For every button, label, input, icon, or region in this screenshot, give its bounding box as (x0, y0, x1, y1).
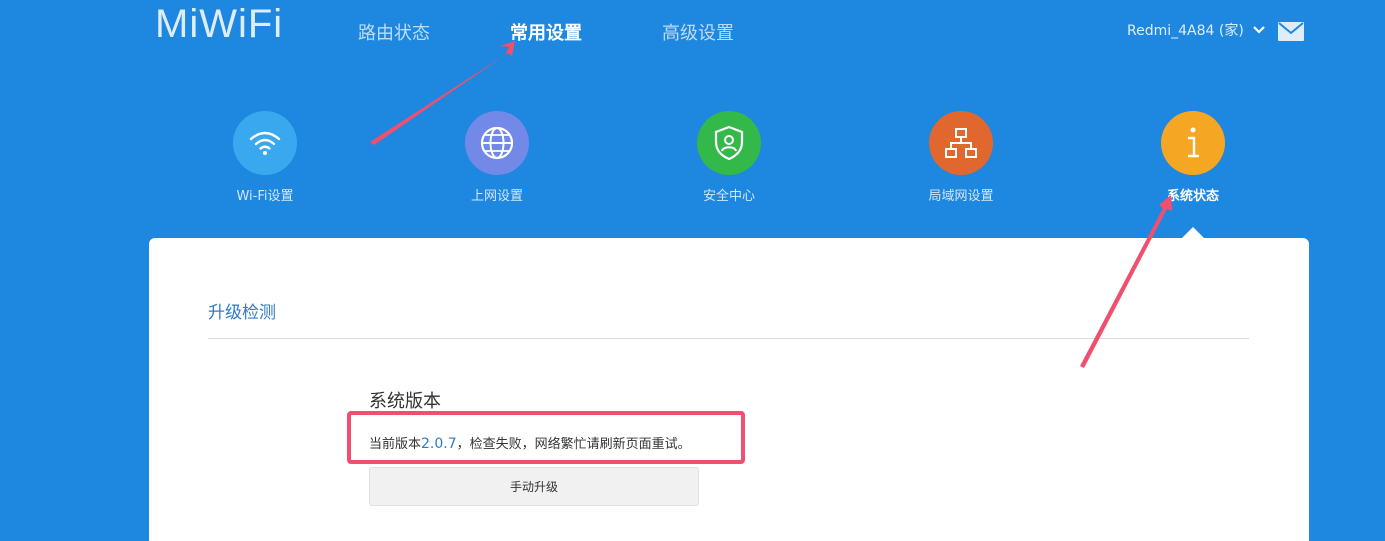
globe-icon (465, 111, 529, 175)
nav-advanced-settings[interactable]: 高级设置 (662, 19, 734, 45)
user-menu[interactable]: Redmi_4A84 (家) (1127, 20, 1266, 40)
manual-upgrade-button[interactable]: 手动升级 (369, 467, 699, 506)
version-message: ，检查失败，网络繁忙请刷新页面重试。 (456, 437, 691, 452)
internet-settings-label: 上网设置 (470, 189, 523, 204)
security-center-label: 安全中心 (702, 189, 755, 204)
network-icon (929, 111, 993, 175)
version-status: 当前版本2.0.7，检查失败，网络繁忙请刷新页面重试。 (369, 433, 691, 452)
wifi-icon (233, 111, 297, 175)
version-prefix: 当前版本 (369, 437, 422, 452)
miwifi-logo: MiWiFi (155, 2, 284, 46)
upgrade-panel: 升级检测 系统版本 当前版本2.0.7，检查失败，网络繁忙请刷新页面重试。 手动… (149, 238, 1309, 541)
user-name: Redmi_4A84 (家) (1127, 23, 1244, 39)
mail-icon[interactable] (1278, 22, 1304, 41)
lan-settings-item[interactable]: 局域网设置 (891, 111, 1031, 204)
shield-icon (697, 111, 761, 175)
divider (208, 338, 1249, 339)
lan-settings-label: 局域网设置 (928, 189, 994, 204)
security-center-item[interactable]: 安全中心 (659, 111, 799, 204)
wifi-settings-item[interactable]: Wi-Fi设置 (195, 111, 335, 204)
nav-common-settings[interactable]: 常用设置 (510, 19, 582, 45)
system-version-heading: 系统版本 (369, 391, 441, 412)
internet-settings-item[interactable]: 上网设置 (427, 111, 567, 204)
info-icon (1161, 111, 1225, 175)
wifi-settings-label: Wi-Fi设置 (236, 189, 294, 204)
section-title: 升级检测 (208, 303, 276, 323)
system-status-item[interactable]: 系统状态 (1123, 111, 1263, 204)
nav-route-status[interactable]: 路由状态 (358, 19, 430, 45)
version-number: 2.0.7 (421, 436, 457, 452)
system-status-label: 系统状态 (1166, 189, 1219, 204)
chevron-down-icon (1253, 26, 1265, 34)
